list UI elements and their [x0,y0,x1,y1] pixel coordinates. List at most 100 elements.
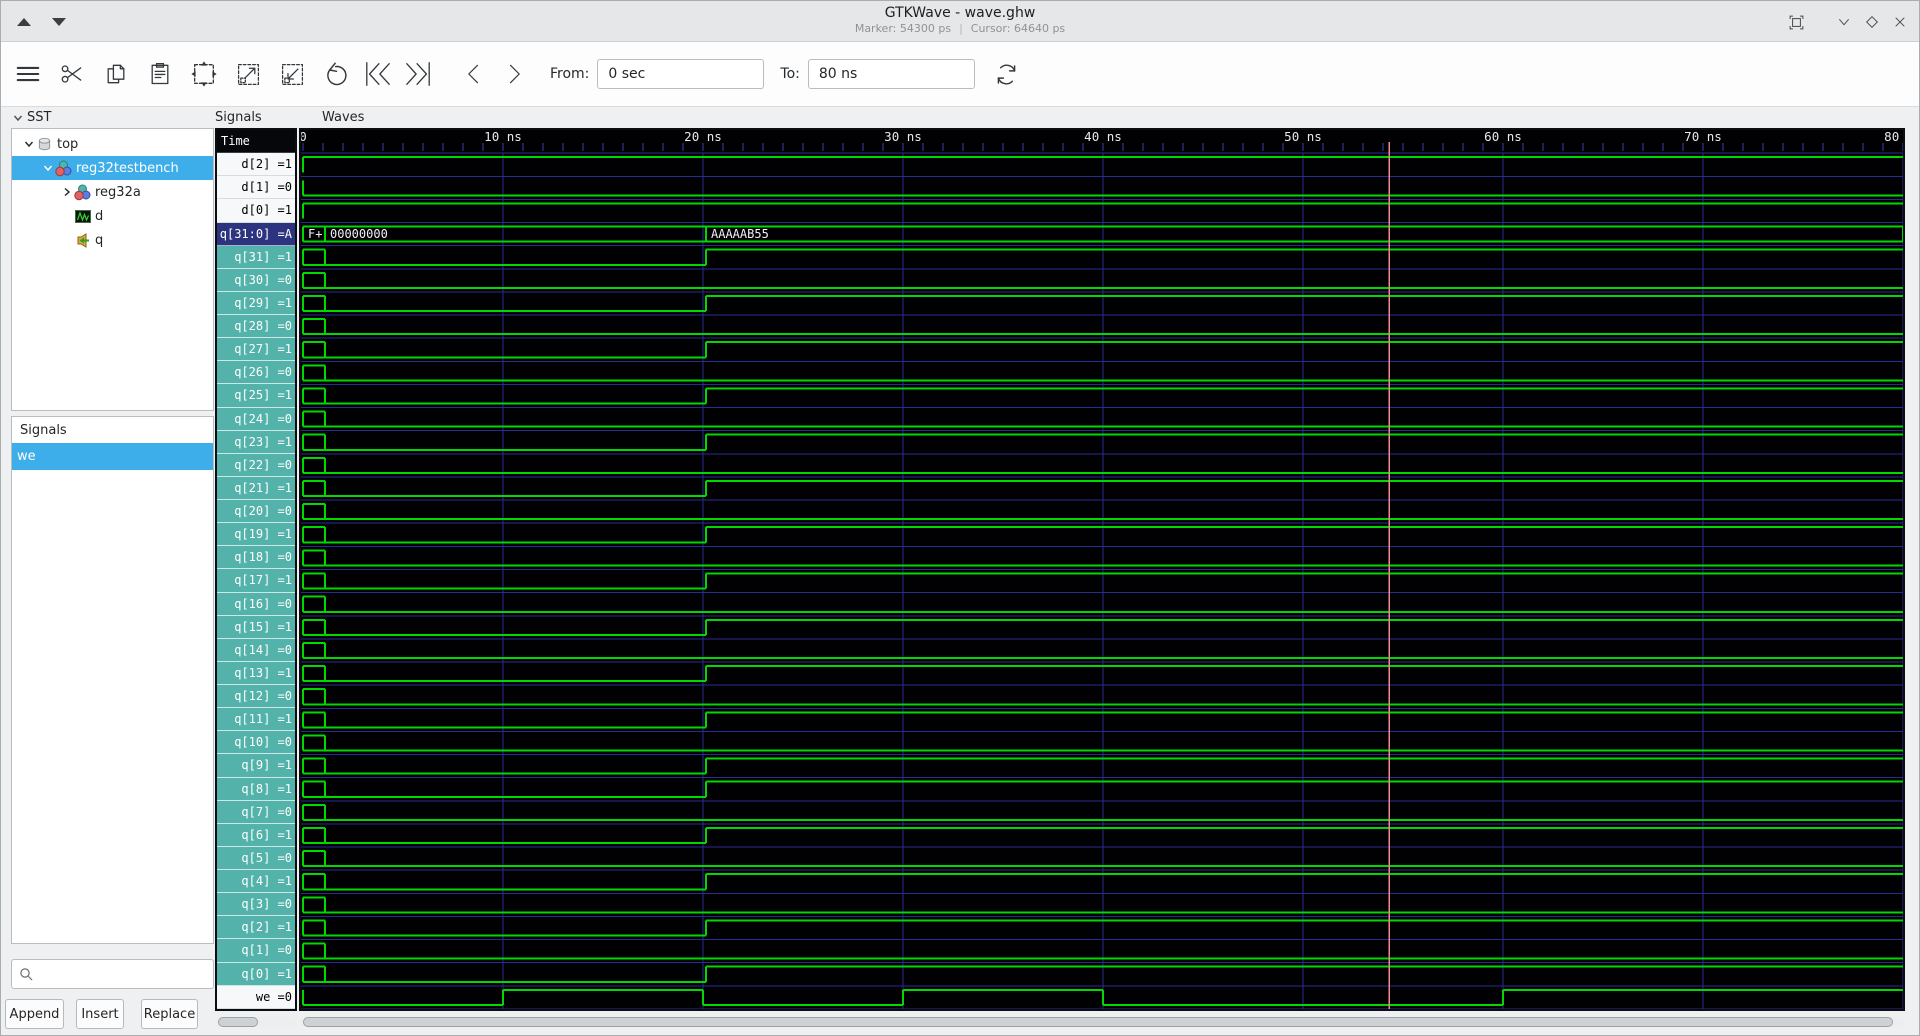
fullscreen-button[interactable] [1787,13,1805,31]
signal-name-q[5][interactable]: q[5] =0 [217,846,295,870]
svg-text:20 ns: 20 ns [684,130,722,144]
signal-name-d[2][interactable]: d[2] =1 [217,153,295,177]
signal-name-q[20][interactable]: q[20] =0 [217,500,295,524]
skip-to-end-icon [406,62,430,86]
goto-start-button[interactable] [358,50,398,98]
replace-button[interactable]: Replace [141,999,198,1029]
signal-name-q[31][interactable]: q[31] =1 [217,245,295,269]
port-out-icon [74,232,91,249]
from-label: From: [550,66,590,82]
signal-search[interactable] [11,959,214,989]
undo-icon [326,62,347,85]
signal-name-q[22][interactable]: q[22] =0 [217,453,295,477]
undo-button[interactable] [314,50,358,98]
expander-expanded-icon[interactable] [41,161,55,175]
waves-hscrollbar[interactable] [299,1017,1905,1027]
signal-name-q[28][interactable]: q[28] =0 [217,315,295,339]
signal-name-q[11][interactable]: q[11] =1 [217,708,295,732]
signal-name-q[18][interactable]: q[18] =0 [217,546,295,570]
signal-name-q[14][interactable]: q[14] =0 [217,638,295,662]
signal-name-q[19][interactable]: q[19] =1 [217,523,295,547]
tree-item-q[interactable]: q [12,228,213,252]
waves-hscrollbar-thumb[interactable] [303,1017,1893,1027]
sst-signals-panel: Signals we [11,416,214,944]
signal-name-q[2][interactable]: q[2] =1 [217,916,295,940]
reload-button[interactable] [985,50,1029,98]
signal-name-q[0][interactable]: q[0] =1 [217,962,295,986]
signal-names-column[interactable]: Time d[2] =1 d[1] =0 d[0] =1 q[31:0] =A q[31]… [215,128,297,1011]
signal-name-we[interactable]: we =0 [217,985,295,1009]
signal-name-q[1][interactable]: q[1] =0 [217,939,295,963]
signal-name-q[26][interactable]: q[26] =0 [217,361,295,385]
svg-text:70 ns: 70 ns [1684,130,1722,144]
names-hscrollbar[interactable] [215,1017,297,1027]
to-label: To: [780,66,800,82]
signal-name-q[8][interactable]: q[8] =1 [217,777,295,801]
copy-button[interactable] [94,50,138,98]
signal-name-q[10][interactable]: q[10] =0 [217,731,295,755]
signal-name-q[23][interactable]: q[23] =1 [217,430,295,454]
append-button[interactable]: Append [5,999,64,1029]
expander-collapsed-icon[interactable] [60,185,74,199]
close-button[interactable] [1891,13,1909,31]
signal-name-d[1][interactable]: d[1] =0 [217,176,295,200]
zoom-in-icon [237,63,259,85]
signal-name-q[7][interactable]: q[7] =0 [217,800,295,824]
skip-to-start-icon [366,62,390,86]
close-icon [1895,17,1905,27]
tree-item-top[interactable]: top [12,132,213,156]
zoom-out-button[interactable] [270,50,314,98]
signal-name-q[17][interactable]: q[17] =1 [217,569,295,593]
to-field[interactable] [807,59,975,89]
signal-name-q[3][interactable]: q[3] =0 [217,893,295,917]
signal-name-q[13][interactable]: q[13] =1 [217,661,295,685]
signal-name-q[29][interactable]: q[29] =1 [217,291,295,315]
wave-canvas[interactable]: 0 10 ns 20 ns 30 ns 40 ns 50 ns 60 ns 70 ns 80 n… [299,128,1905,1011]
signal-name-q[30][interactable]: q[30] =0 [217,268,295,292]
tree-item-d[interactable]: d [12,204,213,228]
menu-button[interactable] [6,50,50,98]
search-input[interactable] [34,965,213,983]
signal-name-q[25][interactable]: q[25] =1 [217,384,295,408]
tree-item-label: reg32testbench [76,160,179,176]
tree-item-reg32a[interactable]: reg32a [12,180,213,204]
signal-name-q[9][interactable]: q[9] =1 [217,754,295,778]
signal-name-q[6][interactable]: q[6] =1 [217,823,295,847]
scissors-icon [61,65,82,83]
marker-status: Marker: 54300 ps [854,22,952,35]
next-edge-button[interactable] [494,50,534,98]
svg-text:50 ns: 50 ns [1284,130,1322,144]
names-hscrollbar-thumb[interactable] [218,1017,258,1027]
signal-name-q[24][interactable]: q[24] =0 [217,407,295,431]
from-field[interactable] [597,59,765,89]
expander-none-icon [60,209,74,223]
svg-text:0: 0 [301,130,307,144]
signal-name-q[31:0][interactable]: q[31:0] =A [217,222,295,246]
signal-name-q[16][interactable]: q[16] =0 [217,592,295,616]
signal-name-q[4][interactable]: q[4] =1 [217,870,295,894]
goto-end-button[interactable] [398,50,438,98]
tree-item-label: d [95,208,104,224]
zoom-fit-button[interactable] [182,50,226,98]
signal-name-q[15][interactable]: q[15] =1 [217,615,295,639]
minimize-button[interactable] [1835,13,1853,31]
chevron-left-icon [468,64,479,84]
window-title: GTKWave - wave.ghw [884,5,1036,21]
tree-item-reg32testbench[interactable]: reg32testbench [12,156,213,180]
insert-button[interactable]: Insert [76,999,124,1029]
signal-name-q[27][interactable]: q[27] =1 [217,338,295,362]
signal-name-d[0][interactable]: d[0] =1 [217,199,295,223]
signal-name-q[21][interactable]: q[21] =1 [217,476,295,500]
module-icon [55,160,72,177]
sst-section-header[interactable]: SST [13,110,51,125]
zoom-in-button[interactable] [226,50,270,98]
signal-name-q[12][interactable]: q[12] =0 [217,685,295,709]
prev-edge-button[interactable] [454,50,494,98]
signal-list-item-we[interactable]: we [12,443,213,470]
time-column-header: Time [217,130,295,154]
maximize-button[interactable] [1863,13,1881,31]
cut-button[interactable] [50,50,94,98]
svg-text:80 ns: 80 ns [1884,130,1903,144]
expander-expanded-icon[interactable] [22,137,36,151]
paste-button[interactable] [138,50,182,98]
